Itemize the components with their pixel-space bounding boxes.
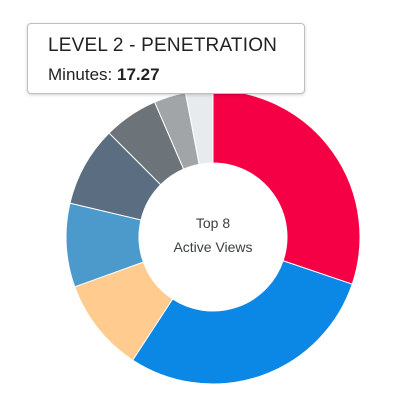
tooltip-metric: Minutes: 17.27 <box>48 64 304 86</box>
tooltip-metric-value: 17.27 <box>116 65 160 84</box>
slice-tooltip: LEVEL 2 - PENETRATION Minutes: 17.27 <box>27 23 305 94</box>
center-label-line-2: Active Views <box>173 239 252 255</box>
center-label-line-1: Top 8 <box>196 215 230 231</box>
tooltip-title: LEVEL 2 - PENETRATION <box>48 35 278 56</box>
donut-slice-1[interactable] <box>212 89 361 285</box>
donut-slices <box>65 89 361 385</box>
chart-widget: Top 8 Active Views LEVEL 2 - PENETRATION… <box>0 0 412 412</box>
tooltip-metric-label: Minutes: <box>48 65 113 84</box>
donut-slice-2[interactable] <box>131 260 353 385</box>
